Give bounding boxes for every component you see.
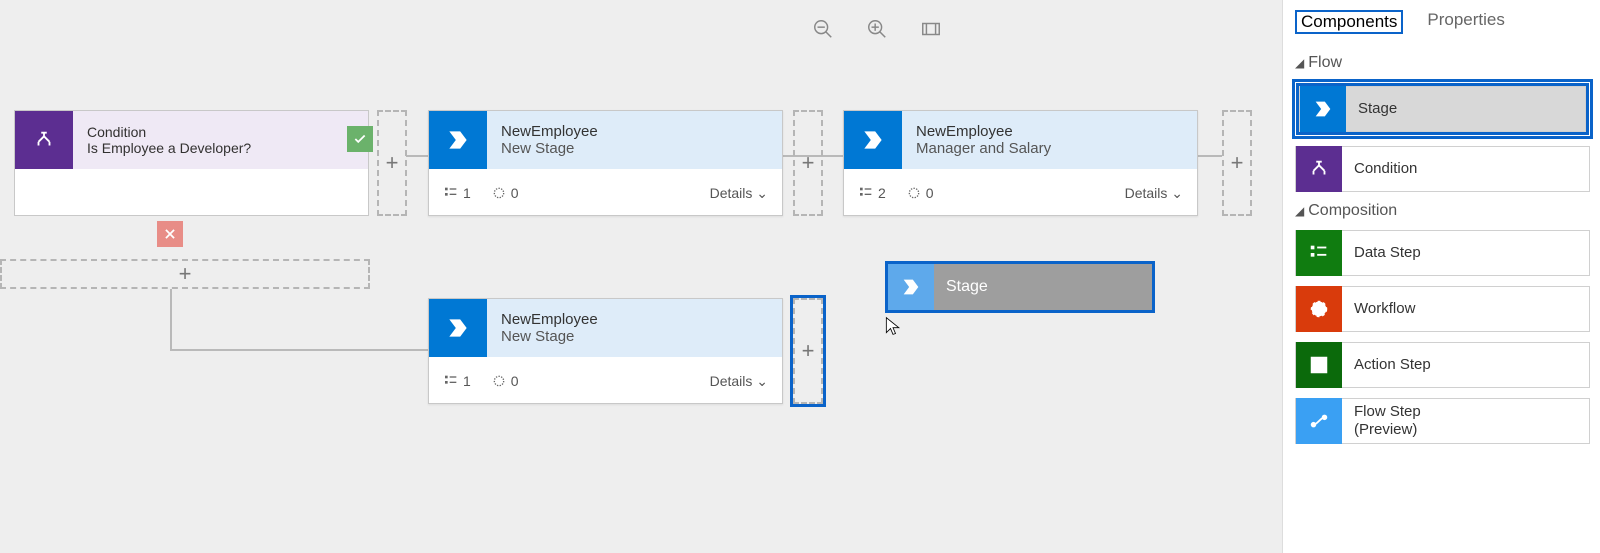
workflow-icon xyxy=(1296,286,1342,332)
process-canvas[interactable]: Condition Is Employee a Developer? + New… xyxy=(0,0,1282,553)
flow-step-icon xyxy=(1296,398,1342,444)
action-step-icon xyxy=(1296,342,1342,388)
stage-name: Manager and Salary xyxy=(916,140,1051,157)
steps-count: 1 xyxy=(443,373,471,389)
components-panel: Components Properties ◢ Flow Stage Condi… xyxy=(1282,0,1600,553)
stage-entity: NewEmployee xyxy=(501,123,598,140)
connector-line xyxy=(170,349,428,351)
stage-card[interactable]: NewEmployee Manager and Salary 2 0 Detai… xyxy=(843,110,1198,216)
drop-zone[interactable]: + xyxy=(377,110,407,216)
branch-icon xyxy=(1296,146,1342,192)
plus-icon: + xyxy=(179,261,192,287)
chevron-down-icon: ⌄ xyxy=(756,373,768,389)
stage-chevron-icon xyxy=(888,264,934,310)
panel-item-label: Action Step xyxy=(1342,356,1431,374)
stage-entity: NewEmployee xyxy=(916,123,1051,140)
plus-icon: + xyxy=(1231,150,1244,176)
fit-to-screen-button[interactable] xyxy=(920,18,942,43)
panel-item-label: Workflow xyxy=(1342,300,1415,318)
panel-item-stage[interactable]: Stage xyxy=(1299,86,1586,132)
panel-item-label: Condition xyxy=(1342,160,1417,178)
drop-zone-active[interactable]: + xyxy=(793,298,823,404)
workflows-count: 0 xyxy=(906,185,934,201)
cursor-icon xyxy=(884,316,902,336)
branch-icon xyxy=(15,111,73,169)
group-title: Composition xyxy=(1308,202,1397,220)
chevron-down-icon: ⌄ xyxy=(756,185,768,201)
connector-line xyxy=(1198,155,1222,157)
stage-chevron-icon xyxy=(844,111,902,169)
panel-tabs: Components Properties xyxy=(1295,0,1590,48)
drop-zone[interactable]: + xyxy=(0,259,370,289)
stage-chevron-icon xyxy=(429,299,487,357)
panel-item-data-step[interactable]: Data Step xyxy=(1295,230,1590,276)
canvas-toolbar xyxy=(812,18,942,43)
workflows-count: 0 xyxy=(491,185,519,201)
connector-line xyxy=(406,155,428,157)
connector-line xyxy=(170,289,172,351)
steps-count: 2 xyxy=(858,185,886,201)
stage-card[interactable]: NewEmployee New Stage 1 0 Details ⌄ xyxy=(428,110,783,216)
collapse-icon: ◢ xyxy=(1295,204,1304,218)
panel-item-flow-step[interactable]: Flow Step (Preview) xyxy=(1295,398,1590,444)
plus-icon: + xyxy=(802,150,815,176)
stage-chevron-icon xyxy=(429,111,487,169)
condition-title: Condition xyxy=(87,124,251,140)
stage-chevron-icon xyxy=(1300,86,1346,132)
tab-properties[interactable]: Properties xyxy=(1427,10,1504,34)
condition-card[interactable]: Condition Is Employee a Developer? xyxy=(14,110,369,216)
zoom-out-button[interactable] xyxy=(812,18,834,43)
stage-details-toggle[interactable]: Details ⌄ xyxy=(1125,185,1183,202)
condition-header: Condition Is Employee a Developer? xyxy=(15,111,368,169)
condition-subtitle: Is Employee a Developer? xyxy=(87,140,251,156)
stage-details-toggle[interactable]: Details ⌄ xyxy=(710,185,768,202)
group-header-flow[interactable]: ◢ Flow xyxy=(1295,54,1590,72)
stage-card[interactable]: NewEmployee New Stage 1 0 Details ⌄ xyxy=(428,298,783,404)
drop-zone[interactable]: + xyxy=(1222,110,1252,216)
panel-item-label: Stage xyxy=(1346,100,1397,118)
drag-ghost-stage: Stage xyxy=(888,264,1152,310)
panel-item-condition[interactable]: Condition xyxy=(1295,146,1590,192)
panel-item-workflow[interactable]: Workflow xyxy=(1295,286,1590,332)
chevron-down-icon: ⌄ xyxy=(1171,185,1183,201)
zoom-in-button[interactable] xyxy=(866,18,888,43)
condition-no-badge xyxy=(157,221,183,247)
stage-details-toggle[interactable]: Details ⌄ xyxy=(710,373,768,390)
stage-name: New Stage xyxy=(501,140,598,157)
workflows-count: 0 xyxy=(491,373,519,389)
panel-item-label: Flow Step (Preview) xyxy=(1342,403,1421,439)
collapse-icon: ◢ xyxy=(1295,56,1304,70)
drop-zone[interactable]: + xyxy=(793,110,823,216)
steps-count: 1 xyxy=(443,185,471,201)
panel-item-action-step[interactable]: Action Step xyxy=(1295,342,1590,388)
group-title: Flow xyxy=(1308,54,1342,72)
condition-yes-badge xyxy=(347,126,373,152)
stage-entity: NewEmployee xyxy=(501,311,598,328)
panel-item-stage-frame: Stage xyxy=(1295,82,1590,136)
data-step-icon xyxy=(1296,230,1342,276)
group-header-composition[interactable]: ◢ Composition xyxy=(1295,202,1590,220)
drag-ghost-label: Stage xyxy=(934,278,988,296)
tab-components[interactable]: Components xyxy=(1295,10,1403,34)
plus-icon: + xyxy=(802,338,815,364)
plus-icon: + xyxy=(386,150,399,176)
stage-name: New Stage xyxy=(501,328,598,345)
panel-item-label: Data Step xyxy=(1342,244,1421,262)
